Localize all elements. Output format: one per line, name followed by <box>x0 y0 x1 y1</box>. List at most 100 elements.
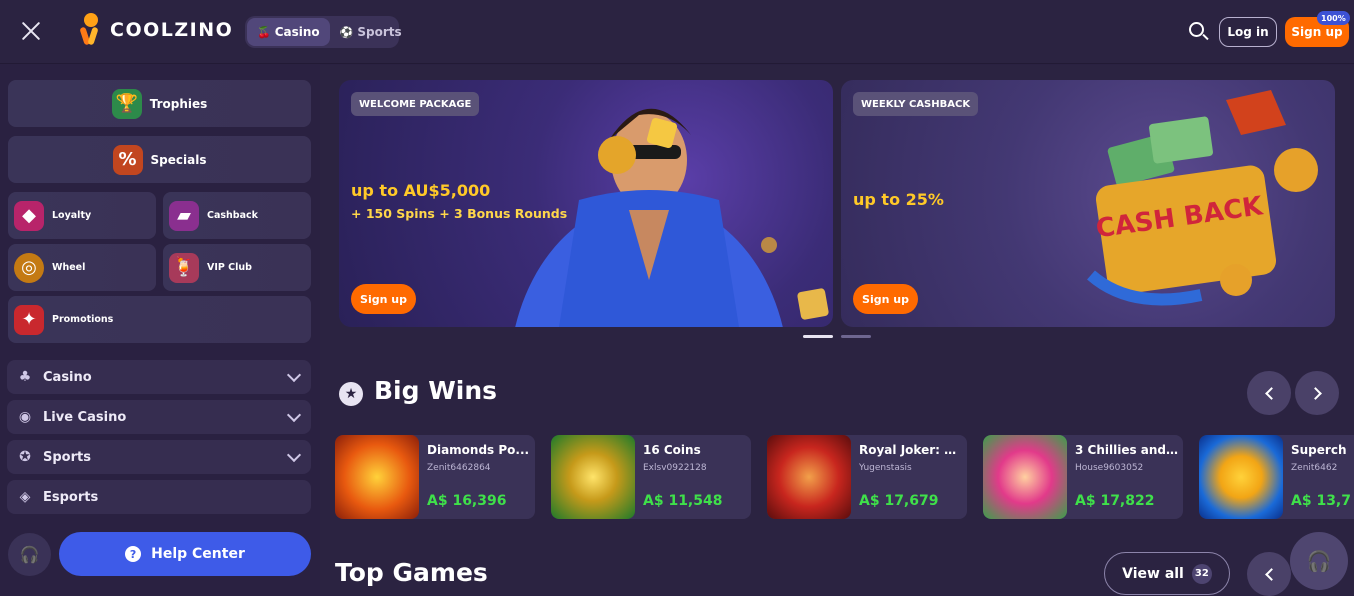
promotions-icon: ✦ <box>14 304 44 335</box>
bonus-badge: 100% <box>1317 11 1350 25</box>
cherry-icon: ♣ <box>18 369 32 385</box>
big-win-card[interactable]: 16 Coins Exlsv0922128 A$ 11,548 <box>551 435 751 519</box>
win-game-name: Diamonds Po... <box>427 443 530 457</box>
win-username: Zenit6462 <box>1291 463 1338 473</box>
tab-sports-label: Sports <box>357 25 402 39</box>
chevron-right-icon <box>1308 386 1322 400</box>
big-win-card[interactable]: 3 Chillies and ... House9603052 A$ 17,82… <box>983 435 1183 519</box>
win-amount: A$ 17,822 <box>1075 493 1155 509</box>
sidebar-item-vip-club[interactable]: 🍹 VIP Club <box>163 244 311 291</box>
brand-name: COOLZINO <box>110 19 234 41</box>
sidebar-item-label: Wheel <box>52 262 86 273</box>
banner-signup-button[interactable]: Sign up <box>351 284 416 314</box>
sidebar-item-trophies[interactable]: 🏆 Trophies <box>8 80 311 127</box>
nav-casino[interactable]: ♣ Casino <box>7 360 311 394</box>
support-chat-button[interactable]: 🎧 <box>1290 532 1348 590</box>
chevron-down-icon[interactable] <box>286 447 302 463</box>
nav-label: Esports <box>43 489 99 505</box>
wallet-icon: ▰ <box>169 200 199 231</box>
win-amount: A$ 11,548 <box>643 493 723 509</box>
cashback-wallet-illustration: CASH BACK <box>1087 90 1318 306</box>
nav-label: Sports <box>43 449 91 465</box>
game-thumbnail <box>983 435 1067 519</box>
section-title-big-wins: Big Wins <box>374 376 498 405</box>
big-win-card[interactable]: Royal Joker: H... Yugenstasis A$ 17,679 <box>767 435 967 519</box>
chevron-down-icon[interactable] <box>286 367 302 383</box>
banner-tag: WELCOME PACKAGE <box>351 92 480 116</box>
game-thumbnail <box>335 435 419 519</box>
view-all-count: 32 <box>1191 563 1212 584</box>
cocktail-icon: 🍹 <box>169 252 199 283</box>
banner-welcome-package[interactable]: WELCOME PACKAGE up to AU$5,000 + 150 Spi… <box>339 80 833 327</box>
game-thumbnail <box>1199 435 1283 519</box>
win-amount: A$ 17,679 <box>859 493 939 509</box>
sidebar-item-loyalty[interactable]: ◆ Loyalty <box>8 192 156 239</box>
win-username: Exlsv0922128 <box>643 463 707 473</box>
sidebar: 🏆 Trophies % Specials ◆ Loyalty ▰ Cashba… <box>0 65 320 595</box>
win-amount: A$ 16,396 <box>427 493 507 509</box>
nav-sports[interactable]: ✪ Sports <box>7 440 311 474</box>
banner-headline: up to 25% <box>853 190 944 209</box>
section-title-top-games: Top Games <box>335 558 488 587</box>
help-center-label: Help Center <box>151 546 245 562</box>
search-icon[interactable] <box>1188 21 1210 43</box>
big-wins-prev-button[interactable] <box>1247 371 1291 415</box>
close-icon[interactable] <box>20 20 42 42</box>
big-wins-next-button[interactable] <box>1295 371 1339 415</box>
logo-mark-icon <box>78 13 108 47</box>
tab-casino-label: Casino <box>274 25 320 39</box>
wheel-icon: ◎ <box>14 252 44 283</box>
win-username: House9603052 <box>1075 463 1144 473</box>
nav-live-casino[interactable]: ◉ Live Casino <box>7 400 311 434</box>
carousel-dots <box>803 335 871 338</box>
banner-weekly-cashback[interactable]: WEEKLY CASHBACK CASH BACK up to 25% Sign… <box>841 80 1335 327</box>
win-game-name: Superch <box>1291 443 1347 457</box>
banner-headline: up to AU$5,000 <box>351 181 491 200</box>
chevron-left-icon <box>1264 567 1278 581</box>
view-all-label: View all <box>1122 565 1184 582</box>
star-icon: ★ <box>339 382 363 406</box>
win-game-name: 16 Coins <box>643 443 701 457</box>
big-wins-list: Diamonds Po... Zenit6462864 A$ 16,396 16… <box>335 435 1354 519</box>
tab-sports[interactable]: ⚽ Sports <box>330 18 412 46</box>
sidebar-item-specials[interactable]: % Specials <box>8 136 311 183</box>
sidebar-item-label: Cashback <box>207 210 258 221</box>
gamepad-icon: ◈ <box>19 489 31 505</box>
soccer-ball-icon: ⚽ <box>339 25 354 39</box>
top-games-prev-button[interactable] <box>1247 552 1291 596</box>
cherry-icon: 🍒 <box>257 25 271 39</box>
logo[interactable]: COOLZINO <box>78 13 233 47</box>
question-icon: ? <box>125 546 142 562</box>
carousel-dot[interactable] <box>841 335 871 338</box>
nav-label: Live Casino <box>43 409 127 425</box>
top-bar: COOLZINO 🍒 Casino ⚽ Sports Log in Sign u… <box>0 0 1354 64</box>
game-thumbnail <box>551 435 635 519</box>
banner-signup-button[interactable]: Sign up <box>853 284 918 314</box>
headset-icon[interactable]: 🎧 <box>8 533 51 576</box>
chevron-down-icon[interactable] <box>286 407 302 423</box>
sidebar-item-cashback[interactable]: ▰ Cashback <box>163 192 311 239</box>
sidebar-item-label: VIP Club <box>207 262 252 273</box>
banner-tag: WEEKLY CASHBACK <box>853 92 979 116</box>
help-center-button[interactable]: ? Help Center <box>59 532 311 576</box>
sidebar-item-label: Promotions <box>52 314 114 325</box>
login-button[interactable]: Log in <box>1219 17 1277 47</box>
view-all-button[interactable]: View all 32 <box>1104 552 1230 595</box>
loyalty-icon: ◆ <box>14 200 44 231</box>
win-amount: A$ 13,7 <box>1291 493 1351 509</box>
sidebar-item-promotions[interactable]: ✦ Promotions <box>8 296 311 343</box>
big-win-card[interactable]: Superch Zenit6462 A$ 13,7 <box>1199 435 1354 519</box>
broadcast-icon: ◉ <box>18 409 32 425</box>
game-thumbnail <box>767 435 851 519</box>
carousel-dot[interactable] <box>803 335 833 338</box>
main-content: WELCOME PACKAGE up to AU$5,000 + 150 Spi… <box>320 65 1354 596</box>
tab-casino[interactable]: 🍒 Casino <box>247 18 330 46</box>
win-username: Yugenstasis <box>859 463 912 473</box>
big-win-card[interactable]: Diamonds Po... Zenit6462864 A$ 16,396 <box>335 435 535 519</box>
sidebar-item-wheel[interactable]: ◎ Wheel <box>8 244 156 291</box>
nav-esports[interactable]: ◈ Esports <box>7 480 311 514</box>
trophy-icon: 🏆 <box>111 88 142 119</box>
sidebar-item-label: Loyalty <box>52 210 92 221</box>
soccer-ball-icon: ✪ <box>19 449 31 465</box>
character-illustration <box>515 108 829 327</box>
